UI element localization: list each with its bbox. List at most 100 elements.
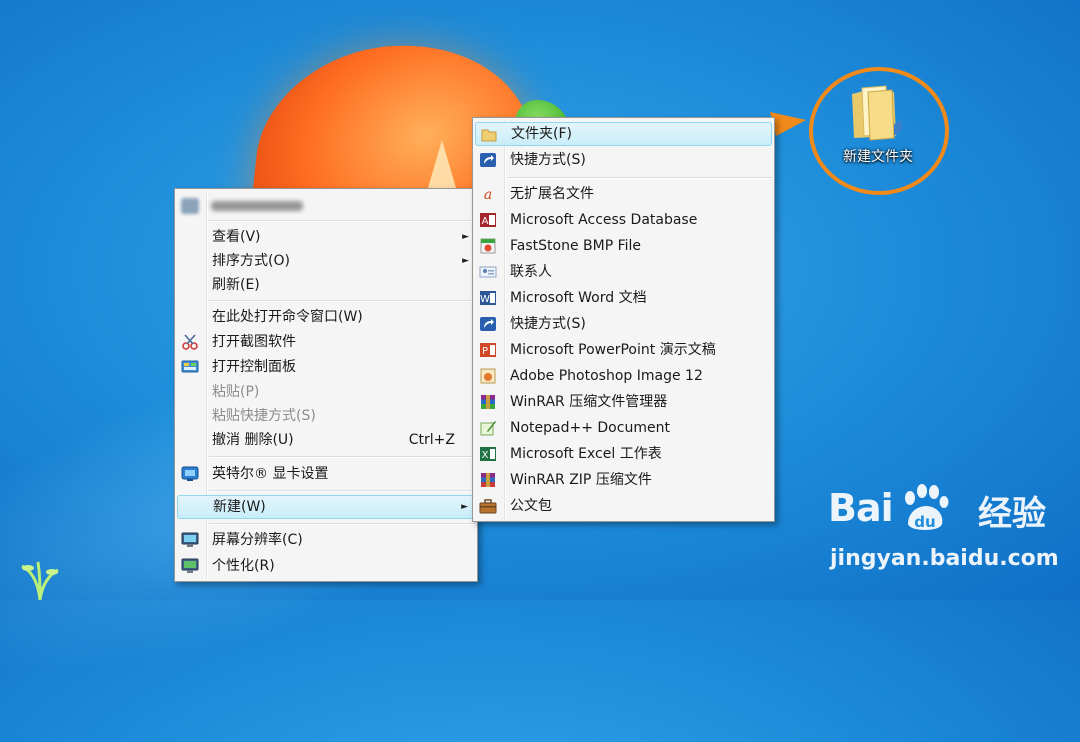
menu-item-label: 公文包 — [510, 498, 552, 514]
menu-item-label: 文件夹(F) — [511, 126, 572, 142]
briefcase-icon — [479, 499, 497, 514]
access-icon: A — [480, 213, 496, 227]
menu-item-label: Microsoft Word 文档 — [510, 290, 647, 306]
winrar-zip-icon — [481, 473, 495, 487]
menu-item-label: FastStone BMP File — [510, 238, 642, 254]
svg-text:W: W — [480, 294, 490, 305]
submenu-item-winrar-zip[interactable]: WinRAR ZIP 压缩文件 — [475, 468, 772, 492]
menu-item-label: WinRAR 压缩文件管理器 — [510, 394, 668, 410]
menu-item-refresh[interactable]: 刷新(E) — [177, 273, 475, 297]
submenu-arrow-icon: ► — [462, 232, 469, 242]
shortcut-icon — [480, 153, 496, 167]
menu-item-label: 个性化(R) — [212, 558, 275, 574]
menu-item-undo-delete[interactable]: 撤消 删除(U) Ctrl+Z — [177, 428, 475, 452]
menu-item-open-screenshot-tool[interactable]: 打开截图软件 — [177, 330, 475, 354]
photoshop-icon — [480, 368, 496, 384]
submenu-item-excel-worksheet[interactable]: X Microsoft Excel 工作表 — [475, 442, 772, 466]
excel-icon: X — [480, 447, 496, 461]
submenu-item-bmp-file[interactable]: FastStone BMP File — [475, 234, 772, 258]
menu-item-paste[interactable]: 粘贴(P) — [177, 380, 475, 404]
menu-item-paste-shortcut[interactable]: 粘贴快捷方式(S) — [177, 404, 475, 428]
watermark-product: 经验 — [978, 494, 1046, 534]
menu-item-label: Notepad++ Document — [510, 420, 670, 436]
menu-item-intel-graphics[interactable]: 英特尔® 显卡设置 — [177, 462, 475, 486]
svg-text:X: X — [482, 450, 489, 461]
menu-separator — [507, 177, 772, 179]
menu-separator — [209, 300, 475, 302]
menu-item-shortcut: Ctrl+Z — [408, 432, 455, 448]
submenu-arrow-icon: ► — [461, 502, 468, 512]
monitor-icon — [181, 532, 199, 547]
menu-item-label: 撤消 删除(U) — [212, 432, 294, 448]
submenu-item-notepadpp-document[interactable]: Notepad++ Document — [475, 416, 772, 440]
menu-separator — [209, 523, 475, 525]
shortcut-icon — [480, 317, 496, 331]
menu-item-screen-resolution[interactable]: 屏幕分辨率(C) — [177, 528, 475, 552]
menu-item-label: 刷新(E) — [212, 277, 260, 293]
submenu-item-word-document[interactable]: W Microsoft Word 文档 — [475, 286, 772, 310]
menu-item-personalize[interactable]: 个性化(R) — [177, 554, 475, 578]
menu-item-label: 英特尔® 显卡设置 — [212, 466, 329, 482]
annotation-circle — [809, 67, 949, 195]
submenu-item-photoshop-image[interactable]: Adobe Photoshop Image 12 — [475, 364, 772, 388]
submenu-item-briefcase[interactable]: 公文包 — [475, 494, 772, 518]
watermark-url: jingyan.baidu.com — [830, 546, 1059, 571]
control-panel-icon — [181, 360, 199, 373]
menu-item-label: Adobe Photoshop Image 12 — [510, 368, 703, 384]
watermark-brand: Bai — [828, 486, 894, 530]
menu-item-label: Microsoft Excel 工作表 — [510, 446, 662, 462]
menu-item-label: 新建(W) — [213, 499, 266, 515]
submenu-item-access-database[interactable]: A Microsoft Access Database — [475, 208, 772, 232]
menu-item-label: WinRAR ZIP 压缩文件 — [510, 472, 652, 488]
menu-separator — [209, 490, 475, 492]
menu-item-label: 在此处打开命令窗口(W) — [212, 309, 363, 325]
contact-icon — [479, 266, 497, 278]
menu-item-open-control-panel[interactable]: 打开控制面板 — [177, 355, 475, 379]
winrar-icon — [481, 395, 495, 409]
menu-item-new[interactable]: 新建(W) ► — [177, 495, 475, 519]
wallpaper-plant — [21, 561, 59, 600]
menu-item-label: 联系人 — [510, 264, 552, 280]
blank-file-icon: a — [484, 187, 492, 202]
watermark-brand-paw: du — [914, 513, 935, 531]
menu-item-sort-by[interactable]: 排序方式(O) ► — [177, 249, 475, 273]
menu-separator — [209, 456, 475, 458]
svg-text:a: a — [484, 187, 492, 202]
menu-item-view[interactable]: 查看(V) ► — [177, 225, 475, 249]
menu-item-label: 粘贴快捷方式(S) — [212, 408, 316, 424]
menu-item-label: Microsoft PowerPoint 演示文稿 — [510, 342, 716, 358]
menu-item-label: 屏幕分辨率(C) — [212, 532, 303, 548]
scissors-icon — [182, 334, 198, 350]
folder-icon — [481, 129, 497, 142]
blurred-menu-item[interactable] — [181, 197, 331, 215]
notepadpp-icon — [480, 421, 496, 436]
menu-item-label: 查看(V) — [212, 229, 261, 245]
svg-text:A: A — [482, 216, 489, 227]
submenu-item-contact[interactable]: 联系人 — [475, 260, 772, 284]
desktop-context-menu: 查看(V) ► 排序方式(O) ► 刷新(E) 在此处打开命令窗口(W) 打开截… — [174, 188, 478, 582]
submenu-item-no-extension-file[interactable]: a 无扩展名文件 — [475, 182, 772, 206]
menu-item-label: 打开控制面板 — [212, 359, 296, 375]
menu-item-label: 排序方式(O) — [212, 253, 290, 269]
submenu-item-powerpoint[interactable]: P Microsoft PowerPoint 演示文稿 — [475, 338, 772, 362]
powerpoint-icon: P — [480, 343, 496, 357]
menu-item-label: 粘贴(P) — [212, 384, 260, 400]
word-icon: W — [480, 291, 496, 305]
menu-item-label: Microsoft Access Database — [510, 212, 698, 228]
submenu-item-shortcut[interactable]: 快捷方式(S) — [475, 148, 772, 172]
intel-graphics-icon — [181, 466, 199, 481]
baidu-jingyan-watermark: Bai du 经验 jingyan.baidu.com — [828, 482, 1068, 582]
submenu-item-winrar-archive[interactable]: WinRAR 压缩文件管理器 — [475, 390, 772, 414]
submenu-arrow-icon: ► — [462, 256, 469, 266]
baidu-paw-icon: du — [905, 484, 949, 531]
menu-item-open-command-window[interactable]: 在此处打开命令窗口(W) — [177, 305, 475, 329]
submenu-item-folder[interactable]: 文件夹(F) — [475, 122, 772, 146]
menu-item-label: 快捷方式(S) — [510, 316, 586, 332]
bmp-icon — [480, 238, 496, 254]
menu-item-label: 快捷方式(S) — [510, 152, 586, 168]
menu-separator — [209, 220, 475, 222]
svg-text:P: P — [482, 346, 488, 357]
menu-item-label: 无扩展名文件 — [510, 186, 594, 202]
submenu-item-shortcut-2[interactable]: 快捷方式(S) — [475, 312, 772, 336]
personalize-icon — [181, 558, 199, 573]
